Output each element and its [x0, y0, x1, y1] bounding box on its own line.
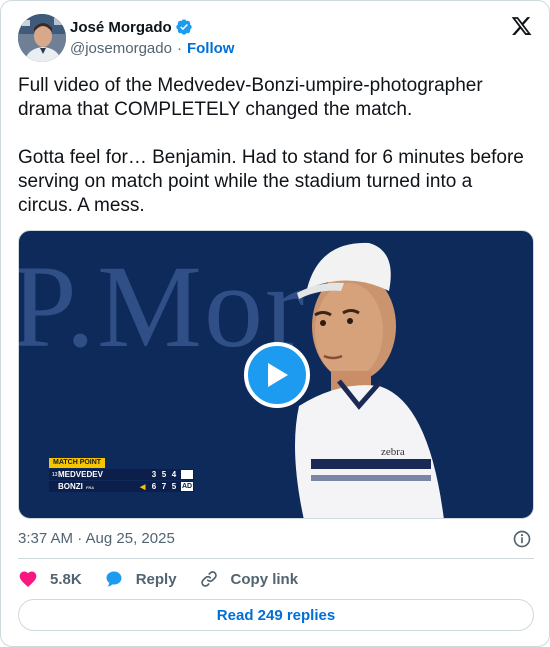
player-name-text: MEDVEDEV	[58, 470, 103, 479]
avatar-image	[18, 14, 66, 62]
tweet-paragraph: Gotta feel for… Benjamin. Had to stand f…	[18, 147, 524, 216]
reply-bubble-icon	[106, 571, 122, 587]
like-button[interactable]: 5.8K	[18, 569, 82, 589]
follow-button[interactable]: Follow	[187, 40, 235, 57]
separator-dot: ·	[176, 40, 182, 57]
set-score: 5	[171, 482, 177, 491]
player-name: BONZI FRA	[58, 482, 140, 491]
set-score: 3	[151, 470, 157, 479]
game-score	[181, 470, 193, 479]
x-logo-icon[interactable]	[510, 15, 533, 37]
action-bar: 5.8K Reply Copy link	[18, 568, 320, 590]
read-replies-button[interactable]: Read 249 replies	[18, 599, 534, 631]
reply-label: Reply	[135, 570, 177, 588]
scoreboard-row: 13 MEDVEDEV 3 5 4	[49, 469, 194, 480]
tweet-text: Full video of the Medvedev-Bonzi-umpire-…	[18, 74, 530, 218]
set-score: 5	[161, 470, 167, 479]
author-handle[interactable]: @josemorgado	[70, 40, 172, 57]
tweet-timestamp[interactable]: 3:37 AM · Aug 25, 2025	[18, 530, 175, 547]
author-block: José Morgado @josemorgado · Follow	[70, 17, 235, 58]
link-icon	[200, 571, 217, 587]
verified-badge-icon	[176, 19, 192, 35]
serve-indicator-icon: ◀	[140, 483, 146, 491]
copy-link-button[interactable]: Copy link	[199, 569, 299, 589]
divider	[18, 558, 534, 559]
set-score: 4	[171, 470, 177, 479]
game-score: AD	[181, 482, 193, 491]
scoreboard: MATCH POINT 13 MEDVEDEV 3 5 4 BONZI FRA ◀…	[49, 457, 194, 492]
copy-link-label: Copy link	[230, 570, 299, 588]
player-country: FRA	[85, 485, 95, 490]
shirt-logo-text: zebra	[381, 446, 405, 458]
player-name: MEDVEDEV	[58, 470, 140, 479]
play-icon	[268, 363, 288, 387]
match-point-banner: MATCH POINT	[49, 458, 106, 468]
set-score: 7	[161, 482, 167, 491]
author-name[interactable]: José Morgado	[70, 19, 172, 36]
play-button[interactable]	[244, 342, 310, 408]
reply-button[interactable]: Reply	[104, 569, 177, 589]
tweet-paragraph: Full video of the Medvedev-Bonzi-umpire-…	[18, 75, 483, 120]
info-icon[interactable]	[512, 529, 532, 549]
scoreboard-row: BONZI FRA ◀ 6 7 5 AD	[49, 481, 194, 492]
set-score: 6	[151, 482, 157, 491]
heart-icon	[19, 571, 37, 587]
author-avatar[interactable]	[18, 14, 66, 62]
like-count: 5.8K	[50, 570, 82, 588]
tweet-card: José Morgado @josemorgado · Follow Full …	[0, 0, 550, 647]
player-name-text: BONZI	[58, 482, 83, 491]
video-player[interactable]: P.Mor zebra MATCH POINT 13 MEDVEDEV 3 5 …	[18, 230, 534, 519]
